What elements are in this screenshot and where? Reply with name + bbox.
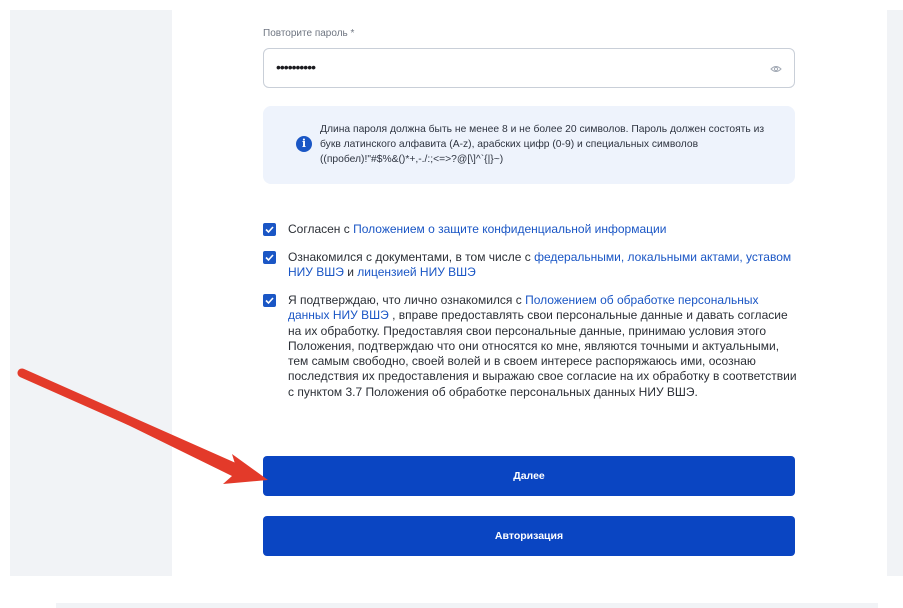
annotation-arrow	[17, 368, 268, 484]
